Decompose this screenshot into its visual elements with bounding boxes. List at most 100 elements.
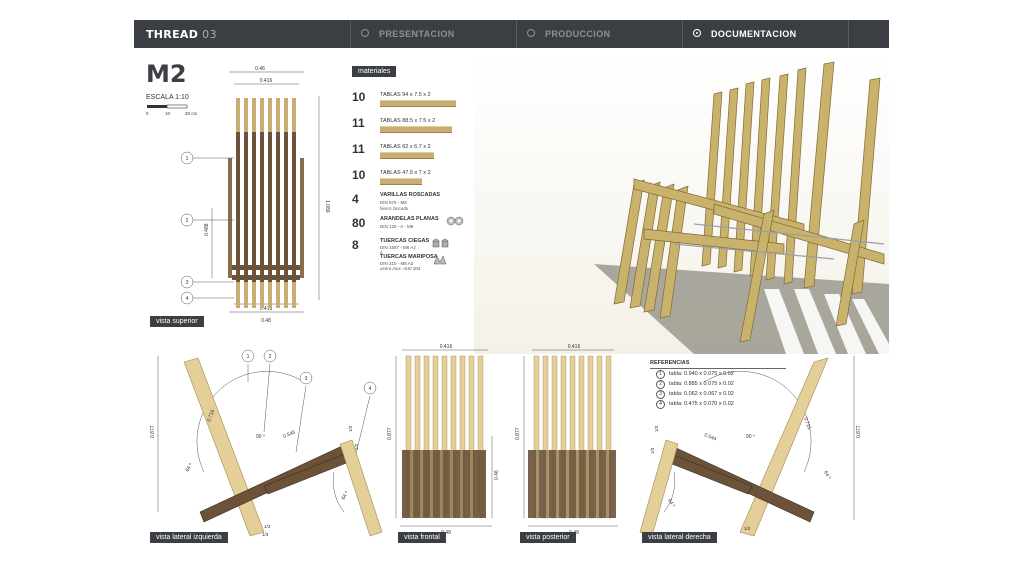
front-view-label: vista frontal [398, 532, 446, 543]
dim-label: 1.089 [324, 200, 330, 213]
plank-swatch [380, 126, 452, 133]
dim-label: 1/3 [348, 425, 353, 432]
top-view-drawing: 0.46 0.416 0.416 0.48 1.089 0.488 1 2 3 … [180, 66, 330, 324]
board-spec: TABLAS 47.5 x 7 x 2 [380, 170, 431, 176]
ref-number: 2 [656, 379, 665, 389]
hardware-qty: 8 [352, 238, 359, 252]
crossbar [232, 275, 300, 280]
dim-label: 0.877 [856, 425, 862, 438]
cap-nut-icon [432, 238, 449, 248]
front-view-drawing: 0.416 0.877 0.46 0.48 [387, 344, 500, 536]
side-rail [228, 158, 232, 278]
callout-number: 4 [369, 386, 372, 392]
callout-number: 2 [269, 354, 272, 360]
board-qty: 10 [352, 168, 366, 182]
callout-number: 4 [186, 296, 189, 302]
angle-label: 90 º [256, 434, 265, 440]
hardware-title: VARILLAS ROSCADAS [380, 192, 441, 198]
drawing-sheet: THREAD 03 PRESENTACION PRODUCCION DOCUME… [134, 20, 889, 556]
callout-number: 2 [186, 218, 189, 224]
slat-dark [252, 132, 256, 282]
slat-dark [284, 132, 288, 282]
dim-label: 0.877 [515, 427, 521, 440]
ref-text: tabla: 0.885 x 0.075 x 0.02 [669, 381, 734, 387]
hardware-item: 4 VARILLAS ROSCADAS DIN 975 - M8 hierro … [352, 192, 468, 216]
tab-documentacion[interactable]: DOCUMENTACION [682, 20, 848, 48]
ref-number: 3 [656, 389, 665, 399]
board-item: 11 TABLAS 62 x 6.7 x 2 [352, 140, 468, 166]
dim-label: 0.488 [204, 223, 210, 236]
board-leg [339, 439, 383, 537]
tab-label: PRESENTACION [379, 29, 455, 39]
brand-title[interactable]: THREAD 03 [134, 20, 350, 48]
dim-label: 0.48 [261, 318, 271, 324]
left-view-label: vista lateral izquierda [150, 532, 228, 543]
reference-row: 4 tabla: 0.475 x 0.070 x 0.02 [656, 399, 786, 409]
hardware-spec: DIN 1587 - M8 A2 [380, 245, 416, 250]
reference-row: 3 tabla: 0.062 x 0.067 x 0.02 [656, 389, 786, 399]
dim-label: 1/3 [262, 532, 269, 537]
hardware-spec: DIN 975 - M8 [380, 200, 407, 205]
callout-number: 1 [186, 156, 189, 162]
hardware-item: TUERCAS MARIPOSA DIN 315 - M8 A2 acero i… [352, 254, 468, 276]
radio-icon [527, 29, 535, 37]
hardware-spec: DIN 125 - A - M8 [380, 224, 414, 229]
board-spec: TABLAS 94 x 7.5 x 2 [380, 92, 431, 98]
scale-tick: 0 [146, 111, 149, 116]
dim-label: 0.544 [703, 432, 717, 442]
side-rail [300, 158, 304, 278]
hardware-qty: 4 [352, 192, 359, 206]
ref-text: tabla: 0.062 x 0.067 x 0.02 [669, 391, 734, 397]
board-spec: TABLAS 62 x 6.7 x 2 [380, 144, 431, 150]
dim-label: 0.46 [255, 66, 265, 72]
dim-label: 1/3 [650, 447, 655, 454]
right-view-label: vista lateral derecha [642, 532, 717, 543]
slat-dark [292, 132, 296, 282]
dim-label: 0.416 [260, 78, 273, 84]
reference-row: 1 tabla: 0.940 x 0.075 x 0.02 [656, 369, 786, 379]
left-side-view-drawing: 1 2 3 4 0.877 0.545 0.716 90 º 64 º 64 º… [150, 349, 383, 537]
crossbar [232, 265, 300, 270]
tab-produccion[interactable]: PRODUCCION [516, 20, 682, 48]
hardware-title: ARANDELAS PLANAS [380, 216, 439, 222]
angle-label: 64 º [341, 490, 351, 501]
tab-label: DOCUMENTACION [711, 29, 797, 39]
board-qty: 11 [352, 116, 365, 130]
angle-label: 64 º [185, 462, 195, 473]
seat-block [402, 450, 486, 518]
back-view-drawing: 0.416 0.877 0.48 [515, 344, 618, 536]
dim-label: 0.46 [494, 470, 500, 480]
board-leg [639, 439, 679, 537]
dim-label: 1/3 [744, 526, 751, 531]
board-qty: 11 [352, 142, 365, 156]
dim-label: 1/3 [354, 443, 359, 450]
render-3d-view [474, 54, 889, 354]
dim-label: 0.416 [440, 344, 453, 350]
references-title: REFERENCIAS [650, 360, 786, 369]
ref-text: tabla: 0.475 x 0.070 x 0.02 [669, 401, 734, 407]
brand-name: THREAD [146, 27, 199, 41]
callout-number: 3 [305, 376, 308, 382]
ref-number: 1 [656, 369, 665, 379]
board-item: 10 TABLAS 94 x 7.5 x 2 [352, 88, 468, 114]
board-qty: 10 [352, 90, 366, 104]
references-table: REFERENCIAS 1 tabla: 0.940 x 0.075 x 0.0… [650, 360, 786, 409]
hardware-item: 8 TUERCAS CIEGAS DIN 1587 - M8 A2 ó [352, 238, 468, 255]
radio-selected-icon [693, 29, 701, 37]
brand-number: 03 [202, 27, 217, 41]
dim-label: 0.877 [150, 425, 156, 438]
slat-dark [276, 132, 280, 282]
tab-presentacion[interactable]: PRESENTACION [350, 20, 516, 48]
top-view-label: vista superior [150, 316, 204, 327]
back-block [528, 450, 616, 518]
hardware-title: TUERCAS MARIPOSA [380, 254, 438, 260]
callout-number: 1 [247, 354, 250, 360]
callout-number: 3 [186, 280, 189, 286]
dim-label: 0.545 [283, 430, 297, 440]
back-view-label: vista posterior [520, 532, 576, 543]
dim-label: 0.416 [568, 344, 581, 350]
dim-label: 1/3 [654, 425, 659, 432]
washer-icon [446, 216, 464, 226]
slat-dark [236, 132, 240, 282]
plank-swatch [380, 178, 422, 185]
